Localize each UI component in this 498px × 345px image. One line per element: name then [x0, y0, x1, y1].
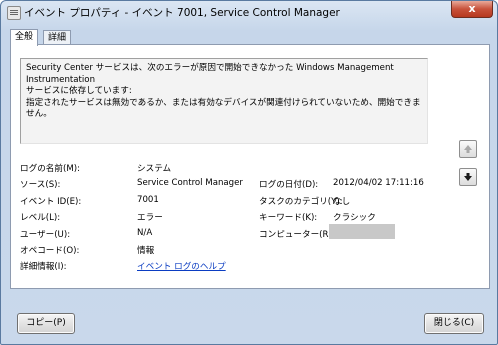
source-label: ソース(S):	[20, 180, 61, 190]
window-title: イベント プロパティ - イベント 7001, Service Control …	[24, 7, 340, 19]
opcode-value[interactable]: 情報	[137, 244, 154, 256]
description-line-1: Security Center サービスは、次のエラーが原因で開始できなかった …	[26, 63, 394, 85]
logged-label: ログの日付(D):	[259, 180, 319, 190]
event-id-value[interactable]: 7001	[137, 195, 159, 205]
event-viewer-icon	[7, 6, 21, 20]
opcode-label: オペコード(O):	[20, 246, 80, 256]
task-category-label: タスクのカテゴリ(Y):	[259, 197, 343, 207]
user-label: ユーザー(U):	[20, 230, 71, 240]
keywords-label: キーワード(K):	[259, 213, 318, 223]
copy-button[interactable]: コピー(P)	[17, 313, 75, 334]
log-name-value[interactable]: システム	[137, 162, 171, 174]
logged-value[interactable]: 2012/04/02 17:11:16	[333, 178, 424, 188]
event-description-box[interactable]: Security Center サービスは、次のエラーが原因で開始できなかった …	[20, 58, 428, 144]
task-category-value[interactable]: なし	[333, 195, 350, 207]
more-info-label: 詳細情報(I):	[20, 262, 67, 272]
event-log-help-link[interactable]: イベント ログのヘルプ	[137, 260, 226, 272]
window-close-button[interactable]: x	[451, 1, 493, 18]
tab-details[interactable]: 詳細	[43, 30, 72, 45]
level-label: レベル(L):	[20, 213, 61, 223]
user-value[interactable]: N/A	[137, 228, 152, 238]
arrow-down-icon	[464, 173, 472, 181]
close-button[interactable]: 閉じる(C)	[424, 313, 484, 334]
description-line-2: サービスに依存しています:	[26, 86, 132, 96]
tab-general[interactable]: 全般	[10, 29, 39, 46]
keywords-value[interactable]: クラシック	[333, 211, 376, 223]
tab-control: 全般 詳細 Security Center サービスは、次のエラーが原因で開始で…	[10, 29, 490, 289]
computer-label: コンピューター(R):	[259, 230, 335, 240]
log-name-label: ログの名前(M):	[20, 164, 80, 174]
previous-event-button[interactable]	[459, 140, 477, 158]
event-properties-window: イベント プロパティ - イベント 7001, Service Control …	[0, 0, 498, 345]
general-tab-panel: Security Center サービスは、次のエラーが原因で開始できなかった …	[10, 44, 490, 289]
next-event-button[interactable]	[459, 168, 477, 186]
event-id-label: イベント ID(E):	[20, 197, 82, 207]
title-bar[interactable]: イベント プロパティ - イベント 7001, Service Control …	[1, 1, 497, 23]
level-value[interactable]: エラー	[137, 211, 163, 223]
description-line-3: 指定されたサービスは無効であるか、または有効なデバイスが関連付けられていないため…	[26, 97, 421, 120]
source-value[interactable]: Service Control Manager	[137, 178, 243, 188]
computer-value-redacted[interactable]	[329, 224, 395, 239]
arrow-up-icon	[464, 145, 472, 153]
